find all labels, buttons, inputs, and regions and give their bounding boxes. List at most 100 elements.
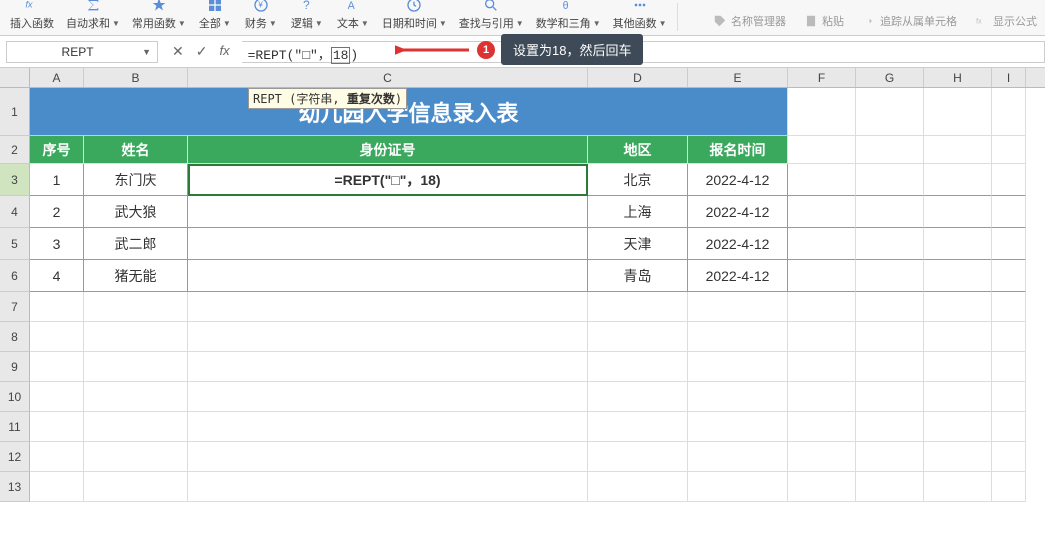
- cell[interactable]: [788, 164, 856, 196]
- row-header[interactable]: 9: [0, 352, 30, 382]
- cell[interactable]: [30, 382, 84, 412]
- table-title[interactable]: 幼儿园入学信息录入表: [30, 88, 788, 136]
- cell[interactable]: [188, 352, 588, 382]
- math-button[interactable]: θ 数学和三角▼: [530, 0, 607, 31]
- cell[interactable]: [924, 136, 992, 164]
- cell[interactable]: [856, 322, 924, 352]
- insert-function-button[interactable]: fx 插入函数: [4, 0, 60, 31]
- col-header[interactable]: C: [188, 68, 588, 87]
- cell[interactable]: 天津: [588, 228, 688, 260]
- cell[interactable]: [856, 196, 924, 228]
- cell[interactable]: [788, 88, 856, 136]
- paste-button[interactable]: 粘贴: [800, 11, 848, 31]
- fx-button[interactable]: fx: [219, 43, 229, 60]
- col-header[interactable]: F: [788, 68, 856, 87]
- cell[interactable]: [588, 382, 688, 412]
- cell[interactable]: [788, 322, 856, 352]
- cell[interactable]: [688, 292, 788, 322]
- cell[interactable]: 青岛: [588, 260, 688, 292]
- cell[interactable]: [788, 412, 856, 442]
- common-functions-button[interactable]: 常用函数▼: [126, 0, 192, 31]
- cell[interactable]: [588, 472, 688, 502]
- header-cell[interactable]: 地区: [588, 136, 688, 164]
- cell[interactable]: 2: [30, 196, 84, 228]
- cell[interactable]: [856, 228, 924, 260]
- logical-button[interactable]: ? 逻辑▼: [284, 0, 330, 31]
- cell[interactable]: 武大狼: [84, 196, 188, 228]
- cell[interactable]: 猪无能: [84, 260, 188, 292]
- cell[interactable]: [992, 442, 1026, 472]
- row-header[interactable]: 12: [0, 442, 30, 472]
- cell[interactable]: [188, 442, 588, 472]
- datetime-button[interactable]: 日期和时间▼: [376, 0, 453, 31]
- cell[interactable]: [992, 412, 1026, 442]
- col-header[interactable]: A: [30, 68, 84, 87]
- cell[interactable]: 2022-4-12: [688, 260, 788, 292]
- active-cell[interactable]: =REPT("□"，18): [188, 164, 588, 196]
- cell[interactable]: 上海: [588, 196, 688, 228]
- cell[interactable]: [992, 228, 1026, 260]
- cell[interactable]: [856, 136, 924, 164]
- cell[interactable]: [924, 228, 992, 260]
- all-functions-button[interactable]: 全部▼: [192, 0, 238, 31]
- cell[interactable]: 2022-4-12: [688, 164, 788, 196]
- cell[interactable]: [924, 352, 992, 382]
- col-header[interactable]: D: [588, 68, 688, 87]
- cell[interactable]: 2022-4-12: [688, 228, 788, 260]
- cell[interactable]: [788, 472, 856, 502]
- cell[interactable]: [992, 88, 1026, 136]
- cell[interactable]: [788, 292, 856, 322]
- cell[interactable]: [788, 352, 856, 382]
- cell[interactable]: [856, 88, 924, 136]
- cell[interactable]: [188, 382, 588, 412]
- name-box[interactable]: REPT ▼: [6, 41, 158, 63]
- header-cell[interactable]: 报名时间: [688, 136, 788, 164]
- cell[interactable]: [992, 196, 1026, 228]
- cell[interactable]: [30, 352, 84, 382]
- cell[interactable]: [924, 88, 992, 136]
- cell[interactable]: [788, 442, 856, 472]
- cell[interactable]: [30, 292, 84, 322]
- cell[interactable]: [856, 292, 924, 322]
- cell[interactable]: [30, 472, 84, 502]
- autosum-button[interactable]: 自动求和▼: [60, 0, 126, 31]
- spreadsheet-grid[interactable]: A B C D E F G H I REPT (字符串, 重复次数) 1 幼儿园…: [0, 68, 1045, 502]
- trace-dependents-button[interactable]: 追踪从属单元格: [858, 11, 961, 31]
- cell[interactable]: [788, 228, 856, 260]
- financial-button[interactable]: ¥ 财务▼: [238, 0, 284, 31]
- cell[interactable]: [924, 322, 992, 352]
- cell[interactable]: [84, 442, 188, 472]
- cell[interactable]: [788, 196, 856, 228]
- cell[interactable]: [588, 412, 688, 442]
- cell[interactable]: [588, 292, 688, 322]
- cell[interactable]: [188, 196, 588, 228]
- cell[interactable]: [992, 472, 1026, 502]
- row-header[interactable]: 2: [0, 136, 30, 164]
- cell[interactable]: [992, 352, 1026, 382]
- cell[interactable]: [856, 164, 924, 196]
- other-functions-button[interactable]: 其他函数▼: [607, 0, 673, 31]
- cell[interactable]: [856, 472, 924, 502]
- cell[interactable]: [788, 260, 856, 292]
- cell[interactable]: [924, 292, 992, 322]
- row-header[interactable]: 10: [0, 382, 30, 412]
- cell[interactable]: [588, 442, 688, 472]
- accept-formula-button[interactable]: ✓: [196, 43, 208, 60]
- chevron-down-icon[interactable]: ▼: [142, 47, 151, 57]
- cell[interactable]: [188, 472, 588, 502]
- cell[interactable]: [588, 322, 688, 352]
- row-header[interactable]: 8: [0, 322, 30, 352]
- cell[interactable]: [188, 292, 588, 322]
- cell[interactable]: [856, 412, 924, 442]
- cell[interactable]: [856, 260, 924, 292]
- cell[interactable]: [30, 412, 84, 442]
- cell[interactable]: [188, 322, 588, 352]
- cell[interactable]: 武二郎: [84, 228, 188, 260]
- cell[interactable]: [688, 442, 788, 472]
- cell[interactable]: [84, 292, 188, 322]
- cell[interactable]: [30, 322, 84, 352]
- cell[interactable]: [84, 322, 188, 352]
- cancel-formula-button[interactable]: ✕: [172, 43, 184, 60]
- row-header[interactable]: 6: [0, 260, 30, 292]
- cell[interactable]: [924, 196, 992, 228]
